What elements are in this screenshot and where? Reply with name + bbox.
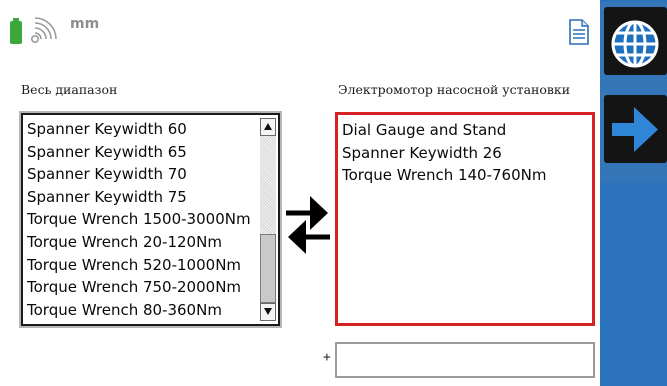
- triangle-down-icon: [264, 308, 272, 315]
- next-button[interactable]: [604, 95, 667, 163]
- language-button[interactable]: [604, 7, 667, 75]
- units-label: mm: [70, 16, 100, 32]
- add-item-input[interactable]: [335, 342, 595, 378]
- list-item[interactable]: Torque Wrench 80-360Nm: [27, 299, 254, 322]
- document-icon[interactable]: [568, 19, 590, 45]
- list-item[interactable]: Spanner Keywidth 65: [27, 141, 254, 164]
- selected-tools-listbox[interactable]: Dial Gauge and Stand Spanner Keywidth 26…: [335, 112, 595, 326]
- transfer-arrows-icon[interactable]: [284, 192, 332, 258]
- list-item[interactable]: Torque Wrench 20-120Nm: [27, 231, 254, 254]
- list-item[interactable]: Spanner Keywidth 26: [342, 142, 588, 165]
- scroll-down-button[interactable]: [260, 303, 276, 321]
- full-range-listbox[interactable]: Spanner Keywidth 60 Spanner Keywidth 65 …: [21, 113, 280, 326]
- list-item[interactable]: Spanner Keywidth 70: [27, 163, 254, 186]
- list-item[interactable]: Torque Wrench 750-2000Nm: [27, 276, 254, 299]
- list-item[interactable]: Torque Wrench 520-1000Nm: [27, 254, 254, 277]
- add-plus-label: +: [323, 350, 331, 365]
- battery-icon: [10, 18, 22, 44]
- list-item[interactable]: Dial Gauge and Stand: [342, 119, 588, 142]
- list-item[interactable]: Torque Wrench 140-760Nm: [342, 164, 588, 187]
- triangle-up-icon: [264, 123, 272, 130]
- list-item[interactable]: Spanner Keywidth 75: [27, 186, 254, 209]
- list-item[interactable]: Torque Wrench 1500-3000Nm: [27, 208, 254, 231]
- arrow-right-icon: [612, 107, 658, 152]
- selected-tools-label: Электромотор насосной установки: [338, 82, 571, 97]
- scrollbar-thumb[interactable]: [260, 234, 276, 303]
- list-item[interactable]: Spanner Keywidth 60: [27, 118, 254, 141]
- scrollbar[interactable]: [260, 118, 276, 321]
- globe-icon: [611, 20, 659, 68]
- scroll-up-button[interactable]: [260, 118, 276, 136]
- full-range-label: Весь диапазон: [21, 82, 118, 97]
- wireless-signal-icon: [30, 17, 57, 43]
